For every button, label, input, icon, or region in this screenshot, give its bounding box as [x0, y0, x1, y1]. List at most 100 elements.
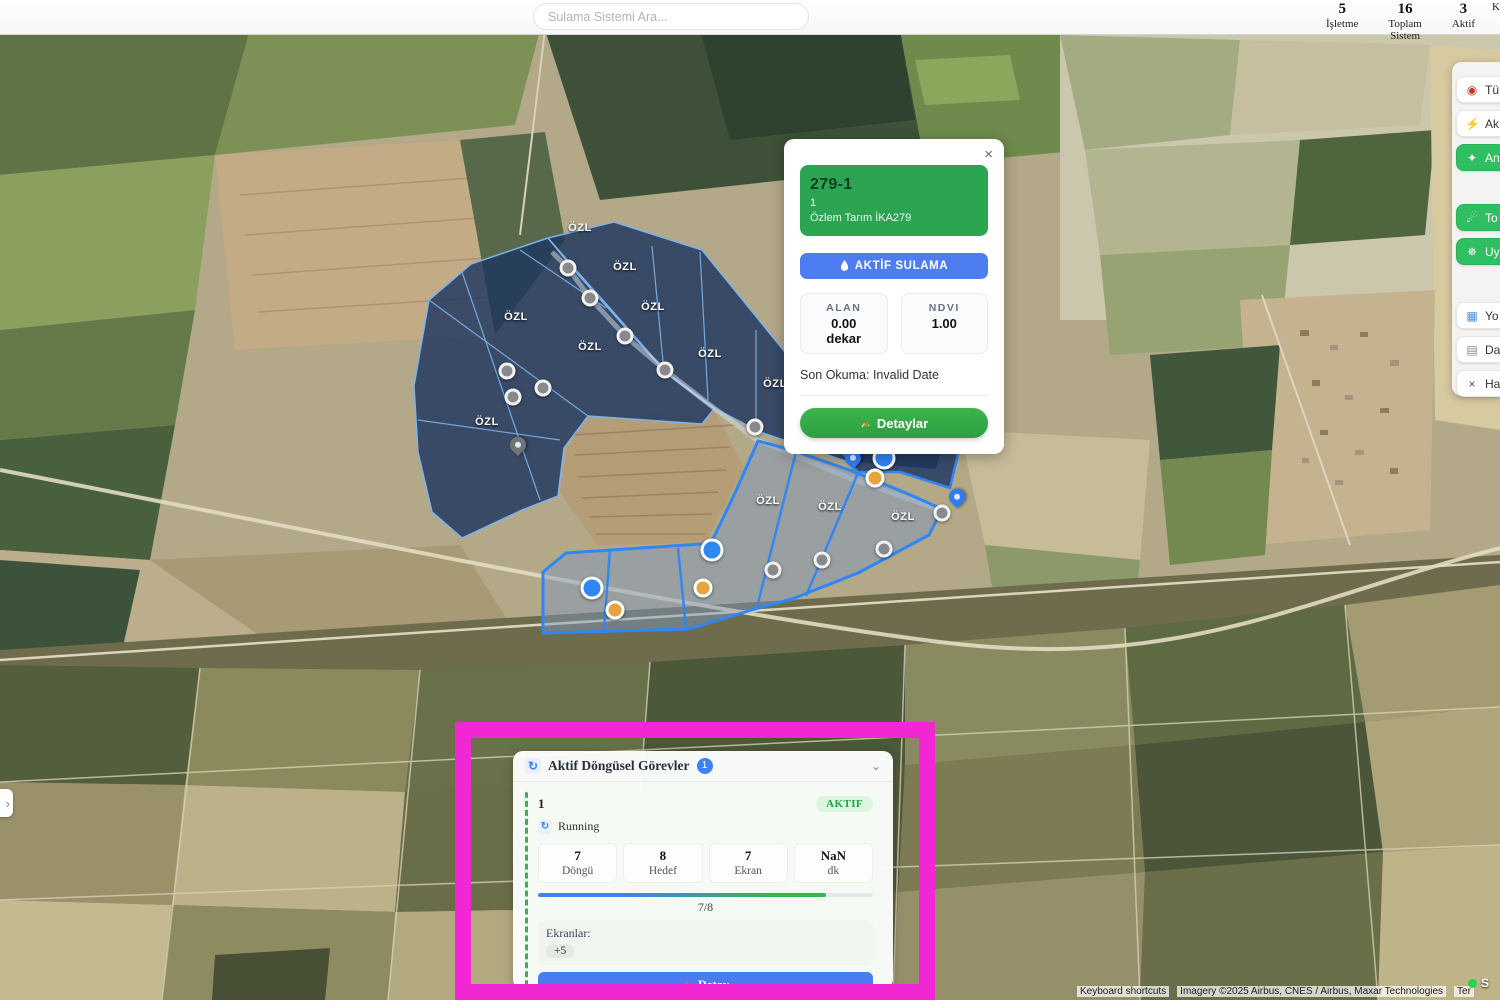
task-count-badge: 1	[697, 758, 713, 774]
screens-more-badge[interactable]: +5	[546, 944, 574, 958]
details-button-label: Detaylar	[877, 416, 928, 431]
sidebar-button-icon: ✵	[1465, 245, 1479, 259]
stat-label: Aktif	[1452, 18, 1475, 30]
map-marker[interactable]	[505, 389, 522, 406]
popup-title: 279-1	[810, 176, 978, 194]
sidebar-button-label: Yo	[1485, 309, 1499, 323]
map-marker[interactable]	[582, 290, 599, 307]
task-stat-box: 8 Hedef	[623, 843, 702, 883]
field-label: ÖZL	[818, 501, 842, 513]
task-stat-value: 7	[710, 848, 787, 864]
stat-item: K	[1492, 1, 1500, 42]
details-button[interactable]: Detaylar	[800, 408, 988, 438]
stat-item: 3 Aktif	[1452, 1, 1475, 42]
map-marker[interactable]	[694, 579, 713, 598]
field-label: ÖZL	[504, 311, 528, 323]
chevron-down-icon[interactable]: ⌄	[871, 759, 881, 774]
sidebar-button[interactable]: ✵ Uy	[1456, 238, 1500, 265]
task-stat-box: 7 Ekran	[709, 843, 788, 883]
map-marker[interactable]	[606, 601, 625, 620]
sidebar-button[interactable]: ▤ Da	[1456, 336, 1500, 363]
sidebar-button-icon: ▤	[1465, 343, 1479, 357]
field-label: ÖZL	[475, 416, 499, 428]
sidebar-button-label: Hari	[1485, 377, 1500, 391]
active-irrigation-button[interactable]: AKTİF SULAMA	[800, 253, 988, 279]
close-icon[interactable]: ×	[984, 146, 993, 163]
map-marker[interactable]	[581, 577, 604, 600]
status-chip-label: S	[1481, 976, 1489, 990]
progress-fill	[538, 893, 826, 897]
field-label: ÖZL	[613, 261, 637, 273]
field-popup: × 279-1 1 Özlem Tarım İKA279 AKTİF SULAM…	[784, 139, 1004, 454]
detail-button[interactable]: Detay	[538, 972, 873, 998]
task-id: 1	[538, 796, 545, 812]
map-marker[interactable]	[657, 362, 674, 379]
task-stat-label: Hedef	[624, 865, 701, 877]
sidebar-button-label: Da	[1485, 343, 1500, 357]
map-marker[interactable]	[814, 552, 831, 569]
sidebar-button[interactable]: ⚡ Ak	[1456, 110, 1500, 137]
sidebar-button-label: Tü	[1485, 83, 1499, 97]
task-stat-label: Döngü	[539, 865, 616, 877]
detail-button-label: Detay	[698, 978, 729, 993]
task-stat-label: dk	[795, 865, 872, 877]
map-marker[interactable]	[747, 419, 764, 436]
divider	[800, 395, 988, 396]
refresh-icon: ↻	[525, 758, 541, 774]
search-input[interactable]	[533, 3, 809, 30]
map-marker[interactable]	[535, 380, 552, 397]
task-panel-header[interactable]: ↻ Aktif Döngüsel Görevler 1 ⌄	[513, 751, 893, 782]
top-stats: 5 İşletme 16 Toplam Sistem 3 Aktif K	[1326, 1, 1500, 42]
map-marker[interactable]	[876, 541, 893, 558]
task-status-badge: AKTIF	[816, 796, 873, 812]
map-marker[interactable]	[866, 469, 885, 488]
task-stat-value: 8	[624, 848, 701, 864]
sprout-icon	[860, 418, 871, 429]
sidebar-button[interactable]: × Hari	[1456, 370, 1500, 397]
field-label: ÖZL	[641, 301, 665, 313]
field-label: ÖZL	[891, 511, 915, 523]
map-marker[interactable]	[765, 562, 782, 579]
sidebar-button[interactable]: ◉ Tü	[1456, 76, 1500, 103]
chevron-right-icon: ›	[6, 796, 10, 811]
popup-stat-unit: dekar	[803, 331, 885, 346]
screens-label: Ekranlar:	[546, 926, 865, 941]
stat-value: 16	[1375, 1, 1434, 18]
field-label: ÖZL	[568, 222, 592, 234]
sidebar-button-icon: ⚡	[1465, 117, 1479, 131]
stat-value: 3	[1452, 1, 1475, 18]
left-collapse-tab[interactable]: ›	[0, 789, 13, 817]
sidebar-button[interactable]: ▦ Yo	[1456, 302, 1500, 329]
popup-stats: ALAN 0.00 dekar NDVI 1.00	[800, 293, 988, 354]
field-label: ÖZL	[756, 495, 780, 507]
sidebar-button[interactable]: ✦ An	[1456, 144, 1500, 171]
popup-stat-value: 1.00	[904, 316, 986, 331]
progress-bar	[538, 893, 873, 897]
popup-header: 279-1 1 Özlem Tarım İKA279	[800, 165, 988, 236]
status-chip: S	[1468, 976, 1489, 990]
sidebar-button-icon: ✦	[1465, 151, 1479, 165]
sidebar-button-label: To	[1485, 211, 1498, 225]
popup-stat-box: NDVI 1.00	[901, 293, 989, 354]
task-panel: ↻ Aktif Döngüsel Görevler 1 ⌄ 1 AKTIF ↻ …	[513, 751, 893, 989]
task-stat-label: Ekran	[710, 865, 787, 877]
map-marker[interactable]	[934, 505, 951, 522]
map-marker[interactable]	[560, 260, 577, 277]
task-stat-value: NaN	[795, 848, 872, 864]
map-marker[interactable]	[499, 363, 516, 380]
top-bar: 5 İşletme 16 Toplam Sistem 3 Aktif K	[0, 0, 1500, 35]
stat-item: 16 Toplam Sistem	[1375, 1, 1434, 42]
droplet-icon	[840, 260, 849, 272]
task-stats: 7 Döngü 8 Hedef 7 Ekran NaN dk	[538, 843, 873, 883]
map-marker[interactable]	[701, 539, 724, 562]
keyboard-shortcuts-link[interactable]: Keyboard shortcuts	[1077, 986, 1169, 997]
sidebar-button-label: Uy	[1485, 245, 1500, 259]
field-label: ÖZL	[578, 341, 602, 353]
popup-stat-label: NDVI	[904, 302, 986, 314]
sidebar-button[interactable]: ☄ To	[1456, 204, 1500, 231]
chart-icon	[682, 980, 693, 991]
screens-block: Ekranlar: +5	[538, 921, 873, 965]
popup-stat-box: ALAN 0.00 dekar	[800, 293, 888, 354]
map-marker[interactable]	[617, 328, 634, 345]
stat-label: K	[1492, 1, 1500, 13]
